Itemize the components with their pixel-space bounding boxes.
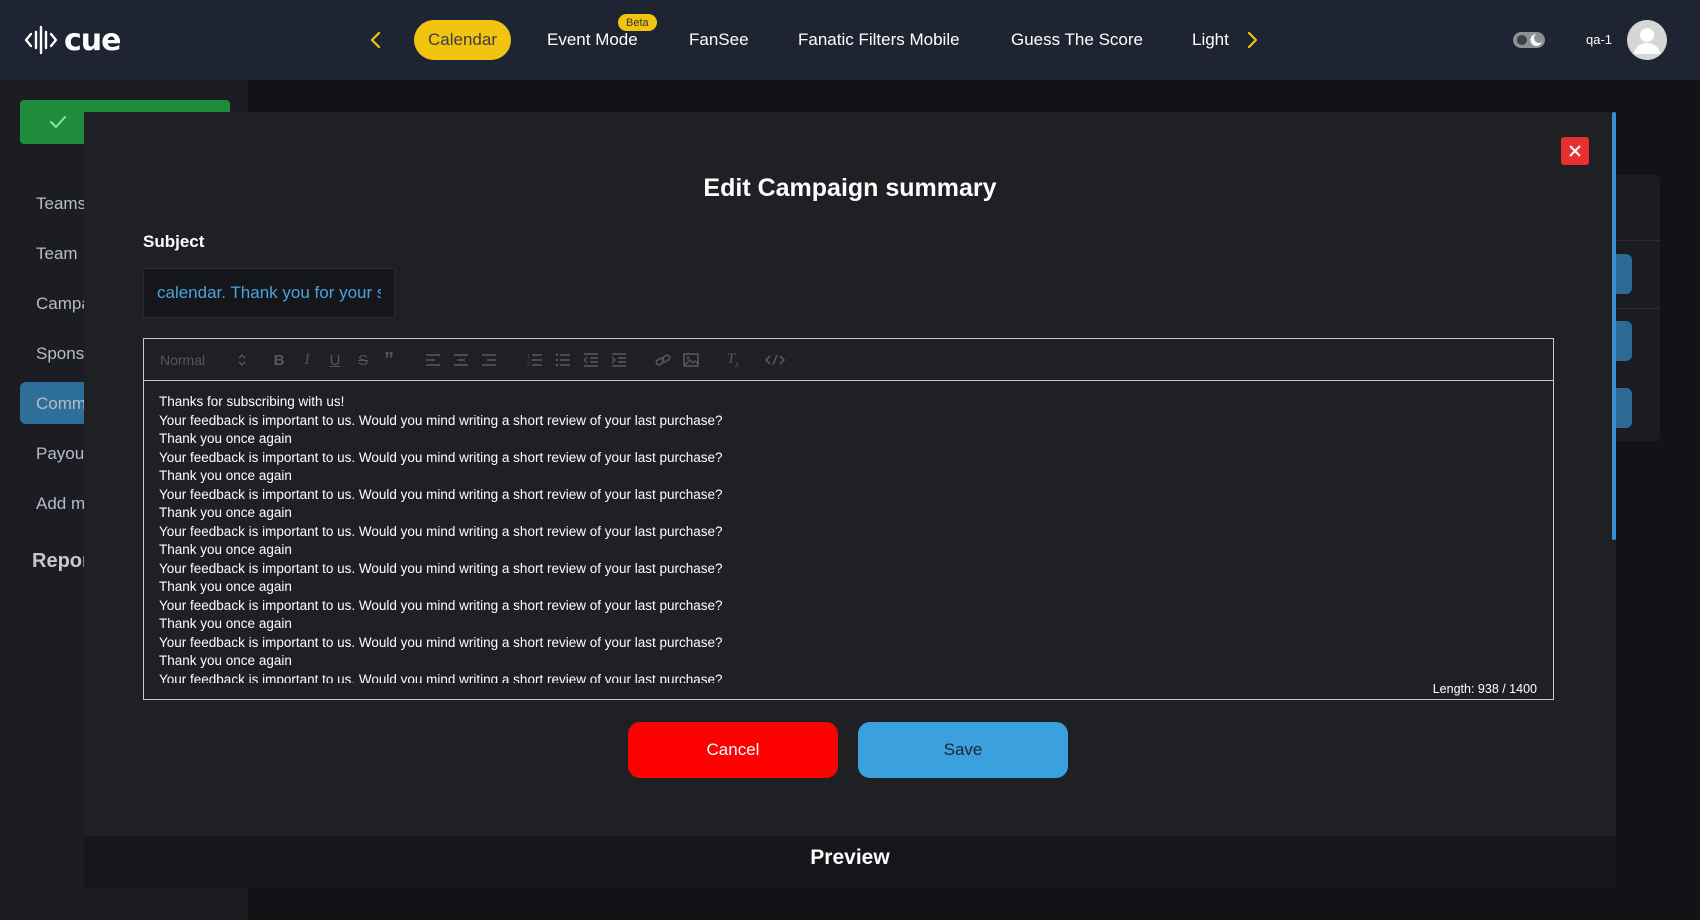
tab-fansee[interactable]: FanSee <box>689 20 749 60</box>
save-button[interactable]: Save <box>858 722 1068 778</box>
align-center-icon[interactable] <box>452 351 470 369</box>
editor-line: Your feedback is important to us. Would … <box>159 486 723 502</box>
svg-text:2: 2 <box>527 362 530 367</box>
editor-line: Thank you once again <box>159 542 292 557</box>
tab-fanatic-filters-mobile[interactable]: Fanatic Filters Mobile <box>798 20 960 60</box>
image-icon[interactable] <box>682 351 700 369</box>
user-avatar[interactable] <box>1627 20 1667 60</box>
user-icon <box>1634 28 1660 54</box>
brand-name: cue <box>64 22 121 58</box>
close-icon <box>1569 145 1581 157</box>
top-navigation-bar: cue Calendar Event Mode Beta FanSee Fana… <box>0 0 1700 80</box>
align-left-icon[interactable] <box>424 351 442 369</box>
editor-line: Your feedback is important to us. Would … <box>159 449 723 465</box>
subject-input[interactable] <box>143 268 395 318</box>
sidebar-item-team[interactable]: Team <box>36 244 78 264</box>
editor-content[interactable]: Thanks for subscribing with us! Your feed… <box>159 393 1539 683</box>
editor-line: Your feedback is important to us. Would … <box>159 560 723 576</box>
editor-line: Your feedback is important to us. Would … <box>159 412 723 428</box>
editor-line: Thank you once again <box>159 616 292 631</box>
modal-title: Edit Campaign summary <box>703 174 997 202</box>
theme-toggle-icon[interactable] <box>1512 28 1546 52</box>
sidebar-item-teams[interactable]: Teams <box>36 194 86 214</box>
sidebar-section-reports: Repor <box>32 550 90 572</box>
editor-line: Thank you once again <box>159 653 292 668</box>
format-select[interactable]: Normal <box>160 351 246 369</box>
subject-label: Subject <box>143 232 205 251</box>
editor-line: Thank you once again <box>159 468 292 483</box>
chevron-right-icon <box>1247 31 1258 49</box>
editor-line: Your feedback is important to us. Would … <box>159 597 723 613</box>
brand-logo[interactable]: cue <box>24 20 121 60</box>
svg-text:1: 1 <box>527 354 530 360</box>
nav-tabs: Calendar Event Mode Beta FanSee Fanatic … <box>412 0 1232 80</box>
align-right-icon[interactable] <box>480 351 498 369</box>
editor-line: Your feedback is important to us. Would … <box>159 523 723 539</box>
tab-light[interactable]: Light <box>1192 20 1229 60</box>
sidebar-item-sponsors[interactable]: Spons <box>36 344 84 364</box>
editor-line: Your feedback is important to us. Would … <box>159 671 723 684</box>
sidebar-item-payouts[interactable]: Payou <box>36 444 84 464</box>
link-icon[interactable] <box>654 351 672 369</box>
tab-calendar[interactable]: Calendar <box>414 20 511 60</box>
check-icon <box>50 116 66 128</box>
editor-line: Thank you once again <box>159 431 292 446</box>
select-arrows-icon <box>238 354 246 366</box>
code-icon[interactable] <box>764 351 786 369</box>
preview-section: Preview <box>84 836 1616 888</box>
outdent-icon[interactable] <box>582 351 600 369</box>
beta-badge: Beta <box>618 14 657 31</box>
username: qa-1 <box>1586 32 1613 47</box>
nav-next-button[interactable] <box>1238 26 1266 54</box>
sidebar-item-add[interactable]: Add m <box>36 494 85 514</box>
editor-line: Thanks for subscribing with us! <box>159 394 345 409</box>
close-modal-button[interactable] <box>1561 137 1589 165</box>
tab-guess-the-score[interactable]: Guess The Score <box>1011 20 1143 60</box>
chevron-left-icon <box>370 31 381 49</box>
bullet-list-icon[interactable] <box>554 351 572 369</box>
format-select-value: Normal <box>160 352 206 368</box>
bold-icon[interactable]: B <box>270 351 288 369</box>
preview-title: Preview <box>810 846 890 869</box>
edit-campaign-modal: Edit Campaign summary Subject Normal B I… <box>84 112 1616 888</box>
soundwave-logo-icon <box>24 25 58 55</box>
editor-line: Your feedback is important to us. Would … <box>159 634 723 650</box>
italic-icon[interactable]: I <box>298 351 316 369</box>
length-counter: Length: 938 / 1400 <box>1432 682 1537 696</box>
sidebar-item-campaigns[interactable]: Campa <box>36 294 91 314</box>
rich-text-editor: Normal B I U S ” 12 Tx Thanks for subscr… <box>143 338 1554 700</box>
strike-icon[interactable]: S <box>354 351 372 369</box>
indent-icon[interactable] <box>610 351 628 369</box>
cancel-button[interactable]: Cancel <box>628 722 838 778</box>
clear-format-icon[interactable]: Tx <box>724 351 742 369</box>
editor-line: Thank you once again <box>159 505 292 520</box>
quote-icon[interactable]: ” <box>380 350 398 370</box>
ordered-list-icon[interactable]: 12 <box>526 351 544 369</box>
editor-line: Thank you once again <box>159 579 292 594</box>
nav-prev-button[interactable] <box>362 26 390 54</box>
sidebar-item-communications[interactable]: Comm <box>36 394 86 414</box>
editor-toolbar: Normal B I U S ” 12 Tx <box>144 339 1553 381</box>
modal-scrollbar[interactable] <box>1612 112 1616 540</box>
underline-icon[interactable]: U <box>326 351 344 369</box>
